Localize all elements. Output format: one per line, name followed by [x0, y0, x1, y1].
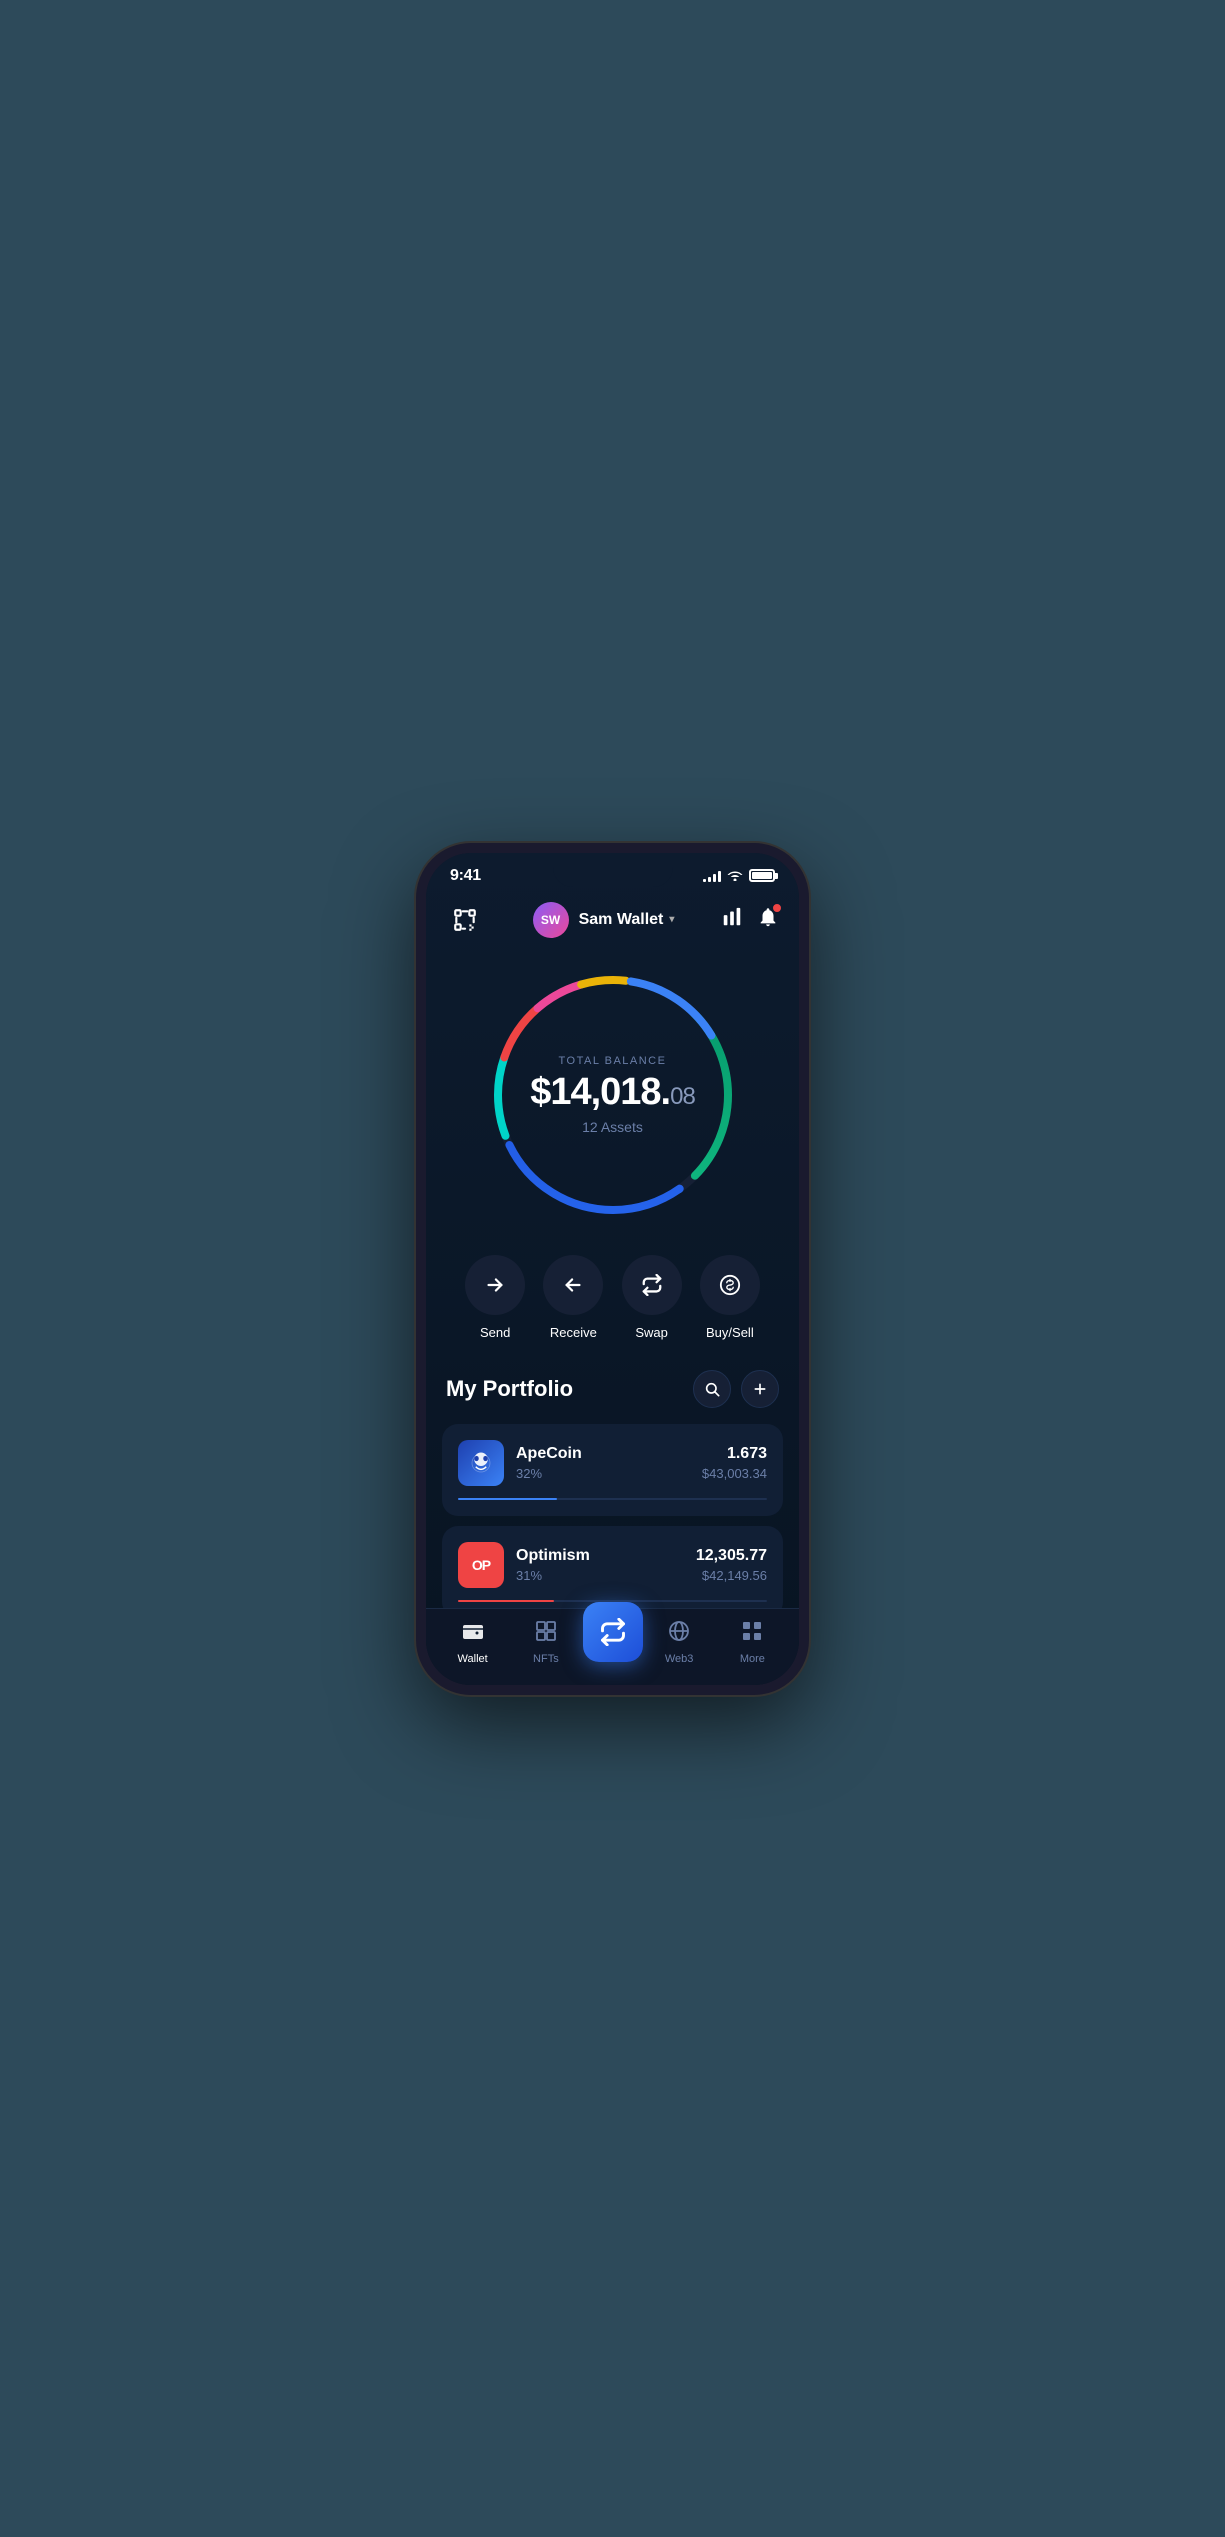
chart-button[interactable]	[721, 906, 743, 934]
apecoin-usd: $43,003.34	[702, 1466, 767, 1481]
nfts-icon	[534, 1619, 558, 1649]
add-asset-button[interactable]	[741, 1370, 779, 1408]
scan-button[interactable]	[446, 901, 486, 939]
apecoin-progress-fill	[458, 1498, 557, 1500]
wallet-nav-label: Wallet	[458, 1653, 488, 1665]
optimism-name: Optimism	[516, 1547, 684, 1565]
receive-label: Receive	[550, 1325, 597, 1340]
scan-icon	[446, 901, 484, 939]
status-icons	[703, 868, 775, 884]
header: SW Sam Wallet ▾	[426, 893, 799, 955]
wallet-selector[interactable]: SW Sam Wallet ▾	[533, 902, 675, 938]
receive-button[interactable]: Receive	[543, 1255, 603, 1340]
optimism-amount: 12,305.77	[696, 1547, 767, 1565]
apecoin-progress-bar	[458, 1498, 767, 1500]
portfolio-title: My Portfolio	[446, 1376, 573, 1402]
wallet-name: Sam Wallet ▾	[579, 911, 675, 929]
notification-badge	[772, 903, 782, 913]
optimism-icon: OP	[458, 1542, 504, 1588]
center-swap-button[interactable]	[583, 1602, 643, 1662]
action-buttons: Send Receive	[426, 1245, 799, 1370]
apecoin-icon	[458, 1440, 504, 1486]
wallet-icon	[461, 1619, 485, 1649]
nav-more[interactable]: More	[716, 1619, 789, 1665]
nav-center[interactable]	[583, 1622, 643, 1662]
web3-nav-label: Web3	[665, 1653, 694, 1665]
optimism-progress-fill	[458, 1600, 554, 1602]
send-label: Send	[480, 1325, 510, 1340]
apecoin-info: ApeCoin 32%	[516, 1445, 690, 1481]
search-button[interactable]	[693, 1370, 731, 1408]
apecoin-values: 1.673 $43,003.34	[702, 1445, 767, 1481]
status-time: 9:41	[450, 867, 481, 885]
more-nav-label: More	[740, 1653, 765, 1665]
asset-card-apecoin[interactable]: ApeCoin 32% 1.673 $43,003.34	[442, 1424, 783, 1516]
swap-label: Swap	[635, 1325, 668, 1340]
balance-cents: 08	[670, 1083, 695, 1110]
notch	[553, 853, 673, 887]
more-icon	[740, 1619, 764, 1649]
battery-icon	[749, 869, 775, 882]
web3-icon	[667, 1619, 691, 1649]
balance-amount: $14,018.08	[530, 1073, 695, 1111]
ring-content: TOTAL BALANCE $14,018.08 12 Assets	[530, 1055, 695, 1135]
apecoin-amount: 1.673	[702, 1445, 767, 1463]
optimism-pct: 31%	[516, 1568, 684, 1583]
optimism-values: 12,305.77 $42,149.56	[696, 1547, 767, 1583]
nav-nfts[interactable]: NFTs	[509, 1619, 582, 1665]
assets-count: 12 Assets	[530, 1119, 695, 1135]
apecoin-name: ApeCoin	[516, 1445, 690, 1463]
nav-web3[interactable]: Web3	[643, 1619, 716, 1665]
nav-wallet[interactable]: Wallet	[436, 1619, 509, 1665]
signal-icon	[703, 870, 721, 882]
phone-frame: 9:41	[416, 843, 809, 1695]
wifi-icon	[727, 868, 743, 884]
optimism-usd: $42,149.56	[696, 1568, 767, 1583]
bottom-nav: Wallet NFTs	[426, 1608, 799, 1685]
buysell-button[interactable]: Buy/Sell	[700, 1255, 760, 1340]
nfts-nav-label: NFTs	[533, 1653, 559, 1665]
portfolio-actions	[693, 1370, 779, 1408]
chevron-down-icon: ▾	[669, 914, 674, 925]
portfolio-section: My Portfolio	[426, 1370, 799, 1638]
avatar: SW	[533, 902, 569, 938]
apecoin-pct: 32%	[516, 1466, 690, 1481]
optimism-info: Optimism 31%	[516, 1547, 684, 1583]
phone-screen: 9:41	[426, 853, 799, 1685]
notifications-button[interactable]	[757, 906, 779, 934]
balance-section: TOTAL BALANCE $14,018.08 12 Assets	[426, 955, 799, 1245]
portfolio-header: My Portfolio	[442, 1370, 783, 1408]
buysell-label: Buy/Sell	[706, 1325, 754, 1340]
header-right	[721, 906, 779, 934]
balance-label: TOTAL BALANCE	[530, 1055, 695, 1067]
send-button[interactable]: Send	[465, 1255, 525, 1340]
swap-button[interactable]: Swap	[622, 1255, 682, 1340]
balance-ring: TOTAL BALANCE $14,018.08 12 Assets	[483, 965, 743, 1225]
